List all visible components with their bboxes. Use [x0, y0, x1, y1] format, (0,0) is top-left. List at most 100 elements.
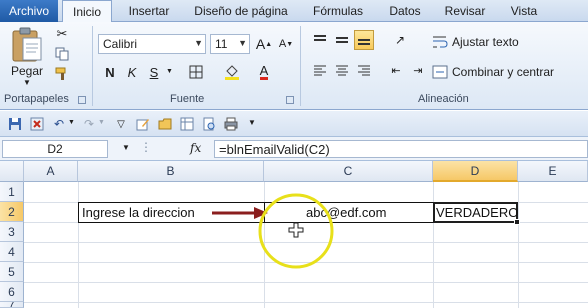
- column-header-active[interactable]: D: [433, 161, 518, 182]
- decrease-indent-icon: ⇤: [391, 64, 401, 77]
- column-header[interactable]: C: [264, 161, 433, 182]
- font-size-select[interactable]: 11 ▼: [210, 34, 250, 54]
- font-group-label: Fuente: [170, 93, 205, 105]
- tab-data[interactable]: Datos: [380, 0, 430, 22]
- edit-button[interactable]: [134, 115, 152, 133]
- grow-font-button[interactable]: A ▲: [254, 34, 274, 54]
- underline-icon: S: [149, 64, 159, 80]
- row-header[interactable]: 1: [0, 182, 24, 202]
- underline-button[interactable]: S: [144, 62, 164, 82]
- align-left-button[interactable]: [310, 60, 330, 80]
- chevron-down-icon[interactable]: ▼: [122, 143, 130, 152]
- format-painter-button[interactable]: [52, 64, 72, 84]
- insert-function-button[interactable]: fx: [190, 141, 201, 155]
- print-preview-icon: [203, 117, 215, 131]
- gridline: [24, 302, 588, 303]
- paste-label: Pegar: [11, 64, 44, 78]
- select-all-corner[interactable]: [0, 161, 24, 182]
- column-header[interactable]: E: [518, 161, 588, 182]
- insert-button[interactable]: [178, 115, 196, 133]
- orientation-button[interactable]: ↗: [390, 30, 410, 50]
- close-workbook-button[interactable]: [28, 115, 46, 133]
- tab-home[interactable]: Inicio: [62, 0, 112, 23]
- row-header[interactable]: 5: [0, 262, 24, 282]
- gridline: [24, 282, 588, 283]
- open-button[interactable]: [156, 115, 174, 133]
- bold-icon: N: [105, 64, 115, 80]
- font-family-select[interactable]: Calibri ▼: [98, 34, 206, 54]
- resize-handle-icon[interactable]: ⋮: [140, 140, 152, 154]
- font-color-button[interactable]: A: [254, 62, 274, 82]
- formula-text: =blnEmailValid(C2): [219, 141, 330, 157]
- italic-icon: K: [127, 64, 137, 80]
- chevron-down-icon: ▼: [23, 78, 31, 87]
- grow-font-icon: A: [255, 36, 266, 52]
- undo-button[interactable]: ↶: [50, 115, 68, 133]
- row-header[interactable]: 6: [0, 282, 24, 302]
- save-button[interactable]: [6, 115, 24, 133]
- shrink-font-button[interactable]: A ▼: [276, 34, 296, 54]
- filter-icon: ▽: [117, 118, 125, 130]
- clipboard-group-label: Portapapeles: [4, 93, 69, 105]
- undo-icon: ↶: [53, 117, 65, 131]
- gridline: [518, 182, 519, 308]
- align-middle-button[interactable]: [332, 30, 352, 50]
- font-size-value: 11: [215, 37, 228, 51]
- fill-handle[interactable]: [514, 219, 520, 225]
- row-header[interactable]: 3: [0, 222, 24, 242]
- row-header[interactable]: 7: [0, 302, 24, 308]
- table-icon: [180, 117, 194, 131]
- wrap-text-icon: [433, 36, 448, 48]
- tab-file[interactable]: Archivo: [0, 0, 58, 22]
- tab-insert[interactable]: Insertar: [118, 0, 180, 22]
- increase-indent-button[interactable]: ⇥: [408, 60, 428, 80]
- clipboard-launcher-icon[interactable]: [78, 96, 86, 104]
- copy-icon: [55, 47, 69, 61]
- brush-icon: [55, 67, 66, 80]
- font-launcher-icon[interactable]: [286, 96, 294, 104]
- worksheet-grid[interactable]: A B C D E 1 2 3 4 5 6 7 Ingrese la direc…: [0, 161, 588, 308]
- clipboard-icon: [12, 27, 42, 62]
- cell-D2[interactable]: VERDADERO: [436, 203, 518, 222]
- column-header[interactable]: B: [78, 161, 264, 182]
- print-preview-button[interactable]: [200, 115, 218, 133]
- cut-button[interactable]: ✂: [52, 24, 72, 44]
- customize-toolbar-icon[interactable]: ▼: [248, 118, 256, 127]
- shrink-font-icon: A: [278, 38, 287, 50]
- name-box[interactable]: D2: [2, 140, 108, 158]
- redo-icon: ↷: [83, 117, 95, 131]
- align-right-button[interactable]: [354, 60, 374, 80]
- orientation-icon: ↗: [394, 33, 406, 47]
- align-top-button[interactable]: [310, 30, 330, 50]
- column-header[interactable]: A: [24, 161, 78, 182]
- tab-review[interactable]: Revisar: [436, 0, 494, 22]
- wrap-text-button[interactable]: Ajustar texto: [432, 32, 588, 52]
- chevron-down-icon: ▼: [194, 38, 203, 48]
- align-bottom-button[interactable]: [354, 30, 374, 50]
- align-center-button[interactable]: [332, 60, 352, 80]
- copy-button[interactable]: [52, 44, 72, 64]
- filter-button[interactable]: ▽: [112, 115, 130, 133]
- wrap-text-label: Ajustar texto: [452, 35, 519, 49]
- tab-view[interactable]: Vista: [502, 0, 546, 22]
- tab-page-layout[interactable]: Diseño de página: [186, 0, 296, 22]
- print-button[interactable]: [222, 115, 240, 133]
- borders-button[interactable]: [186, 62, 206, 82]
- formula-bar: D2 ▼ ⋮ fx =blnEmailValid(C2): [0, 137, 588, 161]
- tab-formulas[interactable]: Fórmulas: [303, 0, 373, 22]
- decrease-indent-button[interactable]: ⇤: [386, 60, 406, 80]
- font-family-value: Calibri: [103, 37, 138, 51]
- fill-color-button[interactable]: [222, 62, 242, 82]
- formula-input[interactable]: =blnEmailValid(C2): [214, 140, 588, 158]
- row-header[interactable]: 4: [0, 242, 24, 262]
- borders-icon: [189, 65, 203, 79]
- bold-button[interactable]: N: [100, 62, 120, 82]
- italic-button[interactable]: K: [122, 62, 142, 82]
- gridline: [78, 182, 79, 308]
- row-header-active[interactable]: 2: [0, 202, 24, 222]
- paste-button[interactable]: Pegar ▼: [8, 24, 46, 87]
- merge-center-button[interactable]: Combinar y centrar: [432, 62, 588, 82]
- redo-button[interactable]: ↷: [80, 115, 98, 133]
- group-separator: [300, 26, 301, 106]
- gridline: [433, 182, 434, 308]
